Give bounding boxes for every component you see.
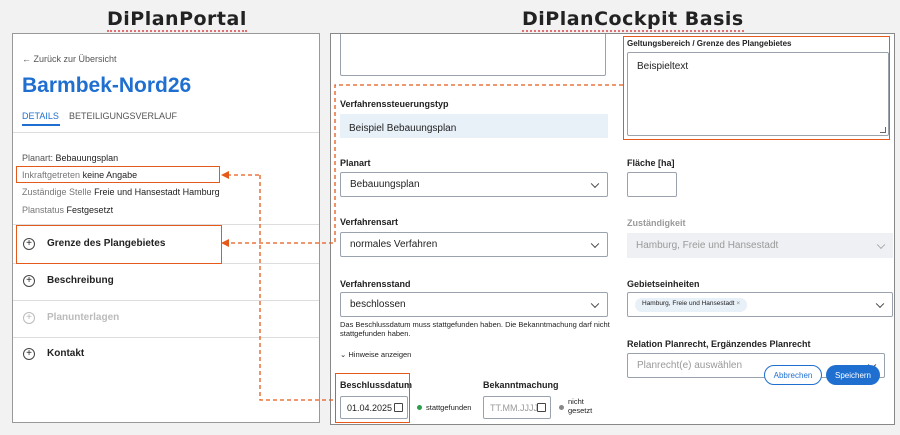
screen: DiPlanPortal DiPlanCockpit Basis ← Zurüc… (0, 0, 900, 435)
connector-grenze (227, 84, 623, 244)
connector-lines (221, 84, 623, 401)
arrowhead-icon (221, 171, 229, 179)
arrowhead-icon (221, 239, 229, 247)
connector-beschlussdatum (259, 175, 335, 401)
